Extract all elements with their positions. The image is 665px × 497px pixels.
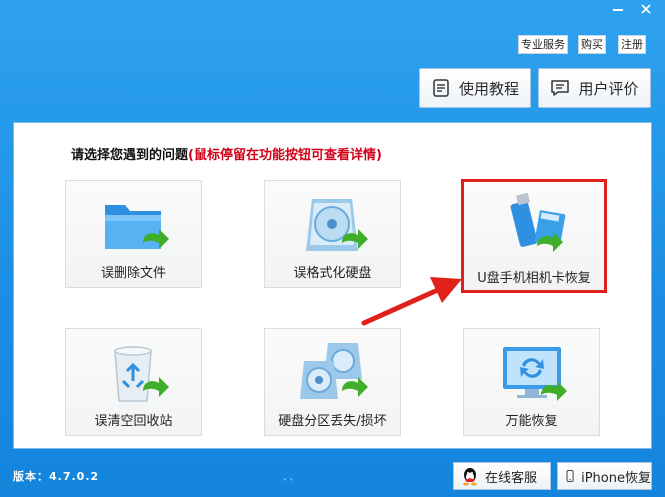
tile-label: 硬盘分区丢失/损坏 (278, 414, 387, 429)
document-icon (433, 79, 449, 97)
tutorial-label: 使用教程 (458, 79, 519, 98)
monitor-recover-icon (503, 347, 567, 401)
tile-deleted-files[interactable]: 误删除文件 (65, 180, 202, 288)
pointer-arrow-icon (361, 277, 462, 326)
disk-recover-icon (306, 199, 368, 251)
comment-icon (551, 80, 570, 96)
qq-penguin-icon (463, 468, 477, 486)
version-label: 版本：4.7.0.2 (13, 470, 100, 483)
tile-label: 万能恢复 (505, 414, 558, 429)
iphone-recovery-label: iPhone恢复 (581, 470, 651, 486)
tile-recycle-bin[interactable]: 误清空回收站 (65, 328, 202, 436)
folder-recover-icon (105, 205, 169, 249)
tutorial-button[interactable]: 使用教程 (419, 68, 531, 108)
usb-card-recover-icon (510, 192, 566, 252)
tile-label: 误删除文件 (100, 266, 166, 281)
phone-icon (566, 470, 574, 482)
main-panel: 请选择您遇到的问题(鼠标停留在功能按钮可查看详情) 误删除文件 误格式化硬盘 U… (13, 122, 652, 449)
tile-universal-recovery[interactable]: 万能恢复 (463, 328, 600, 436)
buy-link[interactable]: 购买 (578, 35, 606, 54)
decorative-dots: • • (283, 476, 294, 484)
close-button[interactable] (632, 0, 660, 18)
online-service-button[interactable]: 在线客服 (453, 462, 551, 490)
prompt-text: 请选择您遇到的问题(鼠标停留在功能按钮可查看详情) (71, 144, 382, 163)
partition-recover-icon (300, 343, 368, 399)
tile-usb-card-recovery[interactable]: U盘手机相机卡恢复 (461, 179, 607, 293)
register-link[interactable]: 注册 (618, 35, 646, 54)
prompt-hint: (鼠标停留在功能按钮可查看详情) (188, 148, 382, 163)
tile-partition-lost[interactable]: 硬盘分区丢失/损坏 (264, 328, 401, 436)
minimize-button[interactable] (604, 0, 632, 18)
user-review-button[interactable]: 用户评价 (538, 68, 651, 108)
recycle-bin-recover-icon (114, 346, 169, 402)
user-review-label: 用户评价 (578, 79, 639, 98)
professional-service-link[interactable]: 专业服务 (518, 35, 568, 54)
online-service-label: 在线客服 (485, 470, 538, 486)
tile-label: 误清空回收站 (94, 414, 173, 429)
tile-formatted-disk[interactable]: 误格式化硬盘 (264, 180, 401, 288)
app-window: 专业服务 购买 注册 使用教程 用户评价 请选择您遇到的问题(鼠标停留在功能按钮… (0, 0, 665, 497)
prompt-main: 请选择您遇到的问题 (71, 148, 189, 163)
close-icon (641, 4, 651, 14)
tile-label: U盘手机相机卡恢复 (477, 271, 591, 286)
minimize-icon (613, 9, 623, 11)
iphone-recovery-button[interactable]: iPhone恢复 (557, 462, 652, 490)
